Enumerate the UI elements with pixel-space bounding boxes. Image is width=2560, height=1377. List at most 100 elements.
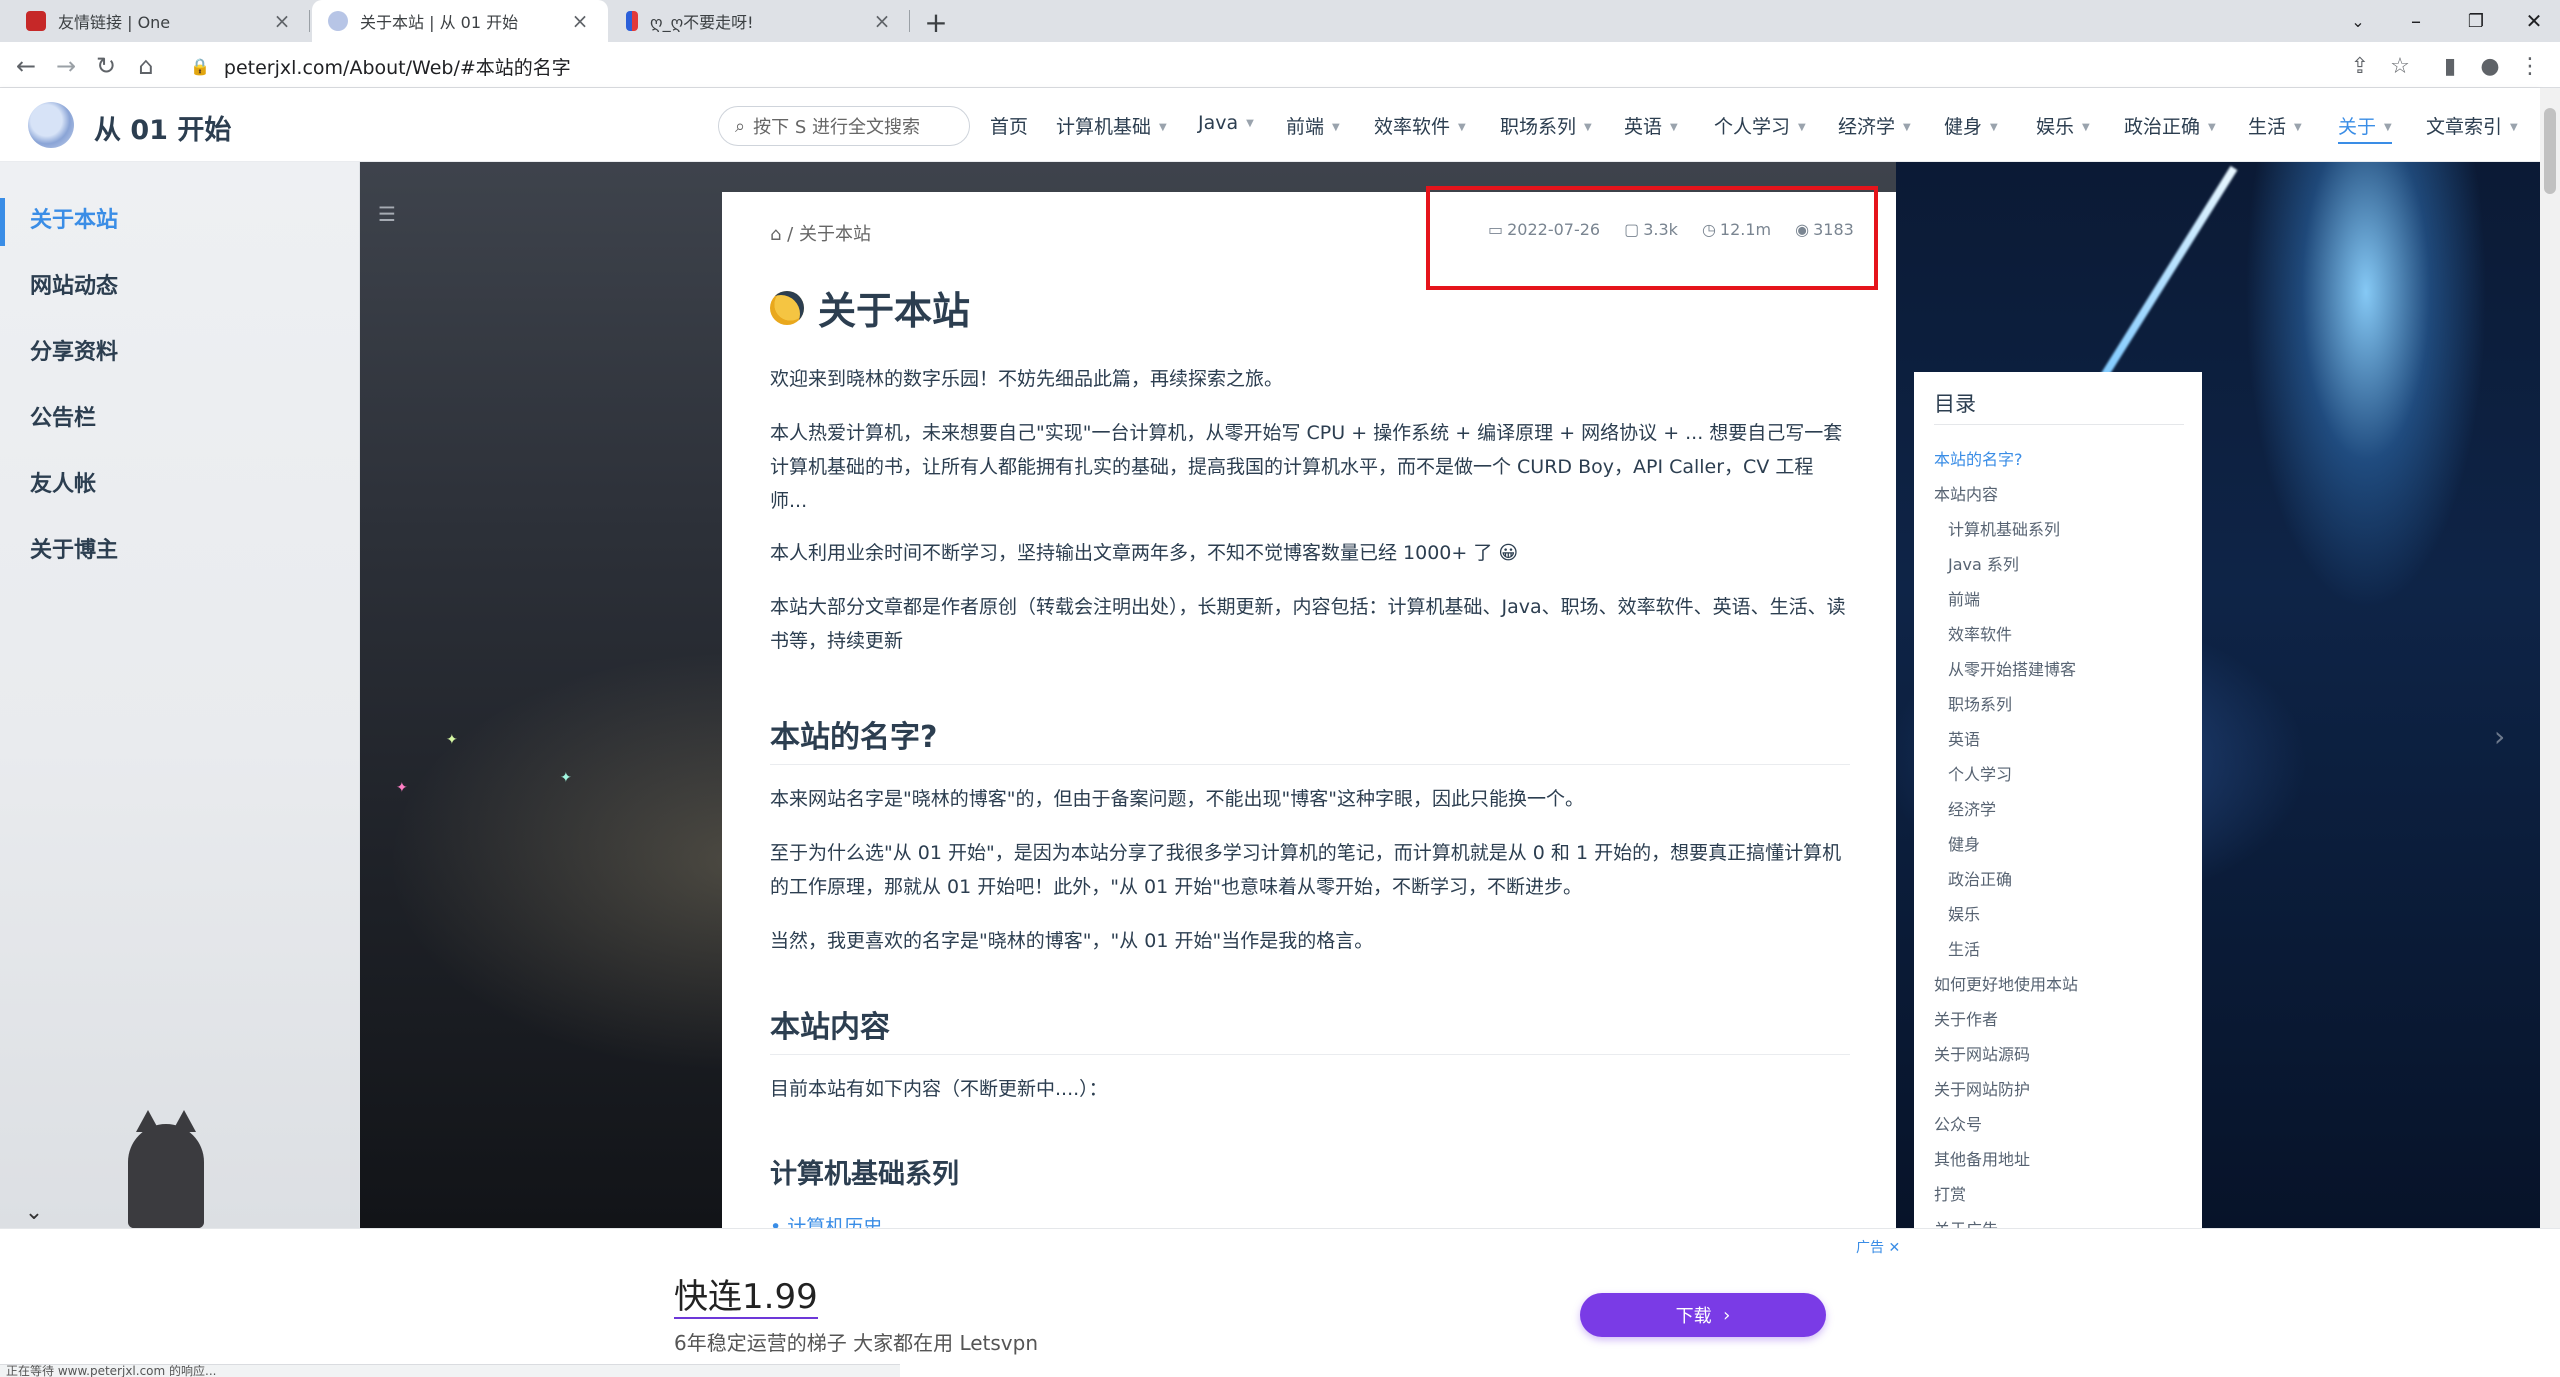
toc-item[interactable]: 职场系列	[1948, 691, 2012, 715]
dropdown-arrow-icon: ▼	[2294, 122, 2302, 133]
sidebar-item-about-author[interactable]: 关于博主	[30, 532, 118, 564]
toc-item[interactable]: 健身	[1948, 831, 1980, 855]
nav-item[interactable]: 健身 ▼	[1944, 112, 1998, 139]
reload-button[interactable]: ↻	[90, 50, 122, 82]
browser-tab-1[interactable]: 关于本站 | 从 01 开始 ×	[312, 0, 608, 42]
toc-item[interactable]: 生活	[1948, 936, 1980, 960]
toc-item[interactable]: 娱乐	[1948, 901, 1980, 925]
sparkle: ✦	[396, 780, 408, 796]
dropdown-arrow-icon: ▼	[1246, 118, 1254, 129]
toc-item[interactable]: 关于网站防护	[1934, 1076, 2030, 1100]
toc-item[interactable]: 如何更好地使用本站	[1934, 971, 2078, 995]
sidebar-item-resources[interactable]: 分享资料	[30, 334, 118, 366]
restore-button[interactable]: ❐	[2446, 0, 2506, 42]
ad-label[interactable]: 广告 ✕	[1856, 1237, 1900, 1257]
ad-download-button[interactable]: 下载 ›	[1580, 1293, 1826, 1337]
section-heading: 本站的名字?	[770, 712, 1850, 765]
home-button[interactable]: ⌂	[130, 50, 162, 82]
intro-paragraph: 本站大部分文章都是作者原创（转载会注明出处），长期更新，内容包括：计算机基础、J…	[770, 596, 1846, 652]
toc-item[interactable]: 打赏	[1934, 1181, 1966, 1205]
browser-tab-2[interactable]: ღ_ღ不要走呀! ×	[610, 0, 910, 42]
nav-item[interactable]: 效率软件 ▼	[1374, 112, 1466, 139]
toc-item[interactable]: 效率软件	[1948, 621, 2012, 645]
browser-tab-0[interactable]: 友情链接 | One ×	[10, 0, 310, 42]
toc-item[interactable]: 关于作者	[1934, 1006, 1998, 1030]
sidebar-item-announcements[interactable]: 公告栏	[30, 400, 96, 432]
back-button[interactable]: ←	[10, 50, 42, 82]
breadcrumb: ⌂ / 关于本站	[770, 220, 871, 246]
dropdown-arrow-icon: ▼	[1798, 122, 1806, 133]
toc-item[interactable]: 从零开始搭建博客	[1948, 656, 2076, 680]
toc-item[interactable]: 英语	[1948, 726, 1980, 750]
toc-item[interactable]: 前端	[1948, 586, 1980, 610]
toc-item[interactable]: 本站内容	[1934, 481, 1998, 505]
nav-item[interactable]: 娱乐 ▼	[2036, 112, 2090, 139]
nav-item[interactable]: Java ▼	[1198, 112, 1254, 134]
close-icon[interactable]: ×	[568, 9, 592, 33]
toc-item[interactable]: 政治正确	[1948, 866, 2012, 890]
breadcrumb-current[interactable]: / 关于本站	[787, 224, 871, 245]
close-icon[interactable]: ×	[870, 9, 894, 33]
dropdown-arrow-icon: ▼	[2510, 122, 2518, 133]
site-header: 从 01 开始 ⌕ 按下 S 进行全文搜索 首页 计算机基础 ▼ Java ▼ 前端 ▼ 效率…	[0, 88, 2540, 162]
nav-item[interactable]: 经济学 ▼	[1838, 112, 1911, 139]
toc-item[interactable]: Java 系列	[1948, 551, 2019, 575]
chevron-down-icon[interactable]: ⌄	[18, 1196, 50, 1228]
toc-item[interactable]: 经济学	[1948, 796, 1996, 820]
sidebar-item-news[interactable]: 网站动态	[30, 268, 118, 300]
minimize-button[interactable]: –	[2386, 0, 2446, 42]
toc-item[interactable]: 本站的名字?	[1934, 446, 2023, 470]
tab-title: ღ_ღ不要走呀!	[650, 13, 754, 32]
toc-item[interactable]: 公众号	[1934, 1111, 1982, 1135]
nav-item[interactable]: 文章索引 ▼	[2426, 112, 2518, 139]
page-scrollbar[interactable]	[2540, 88, 2560, 1228]
article-content: ⌂ / 关于本站 ▭ 2022-07-26 ▢ 3.3k ◷ 12.1m ◉ 3183 …	[722, 192, 1896, 1228]
url-field[interactable]: 🔒 peterjxl.com/About/Web/#本站的名字	[170, 48, 2330, 84]
site-favicon	[26, 11, 46, 31]
sidebar-item-friends[interactable]: 友人帐	[30, 466, 96, 498]
nav-item[interactable]: 政治正确 ▼	[2124, 112, 2216, 139]
tab-search-icon[interactable]: ⌄	[2328, 0, 2388, 42]
active-marker	[0, 198, 5, 246]
nav-item[interactable]: 计算机基础 ▼	[1056, 112, 1167, 139]
close-window-button[interactable]: ✕	[2504, 0, 2560, 42]
toc-item[interactable]: 个人学习	[1948, 761, 2012, 785]
ad-title[interactable]: 快连1.99	[674, 1277, 818, 1319]
dropdown-arrow-icon: ▼	[1990, 122, 1998, 133]
toc-item[interactable]: 关于网站源码	[1934, 1041, 2030, 1065]
bookmark-star-icon[interactable]: ☆	[2384, 50, 2416, 82]
nav-item[interactable]: 英语 ▼	[1624, 112, 1678, 139]
close-icon[interactable]: ×	[270, 9, 294, 33]
dropdown-arrow-icon: ▼	[2208, 122, 2216, 133]
site-name[interactable]: 从 01 开始	[94, 108, 231, 147]
home-icon[interactable]: ⌂	[770, 224, 781, 245]
ad-banner[interactable]: 广告 ✕ 快连1.99 6年稳定运营的梯子 大家都在用 Letsvpn 下载 ›	[0, 1228, 2560, 1377]
dropdown-arrow-icon: ▼	[1332, 122, 1340, 133]
nav-item[interactable]: 职场系列 ▼	[1500, 112, 1592, 139]
sidebar-item-about-site[interactable]: 关于本站	[30, 202, 118, 234]
nav-item[interactable]: 前端 ▼	[1286, 112, 1340, 139]
side-panel-icon[interactable]: ▮	[2434, 50, 2466, 82]
profile-avatar-icon[interactable]: ●	[2474, 50, 2506, 82]
nav-item[interactable]: 关于 ▼	[2338, 112, 2392, 144]
dropdown-arrow-icon: ▼	[1584, 122, 1592, 133]
menu-icon[interactable]: ☰	[378, 202, 396, 226]
browser-menu-icon[interactable]: ⋮	[2514, 50, 2546, 82]
nav-item[interactable]: 首页	[990, 112, 1028, 139]
forward-button[interactable]: →	[50, 50, 82, 82]
scrollbar-thumb[interactable]	[2544, 108, 2556, 194]
search-input[interactable]: ⌕ 按下 S 进行全文搜索	[718, 106, 970, 146]
toc-item[interactable]: 计算机基础系列	[1948, 516, 2060, 540]
dropdown-arrow-icon: ▼	[1670, 122, 1678, 133]
toc-item[interactable]: 其他备用地址	[1934, 1146, 2030, 1170]
browser-tab-bar: 友情链接 | One × 关于本站 | 从 01 开始 × ღ_ღ不要走呀! ×…	[0, 0, 2560, 42]
list-item-link[interactable]: • 计算机历史	[770, 1212, 882, 1228]
nav-item[interactable]: 生活 ▼	[2248, 112, 2302, 139]
site-logo[interactable]	[28, 102, 74, 148]
chevron-right-icon[interactable]: ›	[2494, 720, 2505, 753]
new-tab-button[interactable]: +	[920, 6, 952, 39]
ad-subtitle: 6年稳定运营的梯子 大家都在用 Letsvpn	[674, 1331, 1039, 1355]
share-icon[interactable]: ⇪	[2344, 50, 2376, 82]
nav-item[interactable]: 个人学习 ▼	[1714, 112, 1806, 139]
tab-title: 友情链接 | One	[58, 13, 171, 32]
